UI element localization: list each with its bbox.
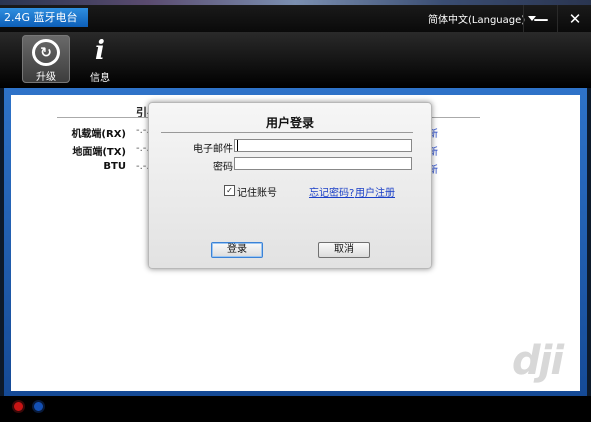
row-label-btu: BTU <box>103 161 126 172</box>
password-label: 密码 <box>213 162 233 173</box>
toolbar-upgrade[interactable]: ↻ 升级 <box>22 35 70 83</box>
close-button[interactable]: ✕ <box>557 5 591 32</box>
dialog-title: 用户登录 <box>265 116 314 130</box>
remember-label: 记住账号 <box>237 188 277 199</box>
info-icon: i <box>95 36 105 66</box>
password-field[interactable] <box>234 157 412 170</box>
upgrade-globe-icon: ↻ <box>32 39 60 66</box>
toolbar-info[interactable]: i 信息 <box>76 35 124 84</box>
red-led-icon <box>14 402 23 411</box>
email-label: 电子邮件 <box>193 144 233 155</box>
status-footer <box>0 396 591 422</box>
text-cursor <box>237 140 238 151</box>
register-link[interactable]: 用户注册 <box>355 184 395 199</box>
dji-watermark-logo: dji <box>512 338 564 384</box>
login-dialog: 用户登录 电子邮件 密码 ✓ 记住账号 忘记密码? 用户注册 登录 取消 <box>148 102 432 269</box>
dialog-divider <box>161 132 413 133</box>
language-selector[interactable]: 简体中文(Language) <box>428 11 537 26</box>
row-label-tx: 地面端(TX) <box>72 147 126 158</box>
remember-checkbox[interactable]: ✓ <box>224 185 235 196</box>
toolbar: ↻ 升级 i 信息 <box>0 32 591 88</box>
cancel-button[interactable]: 取消 <box>318 242 370 258</box>
login-button[interactable]: 登录 <box>211 242 263 258</box>
minimize-button[interactable]: — <box>523 5 558 32</box>
email-field[interactable] <box>234 139 412 152</box>
toolbar-upgrade-label: 升级 <box>36 72 56 83</box>
row-label-rx: 机载端(RX) <box>71 129 126 140</box>
forgot-password-link[interactable]: 忘记密码? <box>309 184 354 199</box>
app-title-tab: 2.4G 蓝牙电台 <box>0 8 88 27</box>
blue-led-icon <box>34 402 43 411</box>
toolbar-info-label: 信息 <box>90 73 110 84</box>
language-label: 简体中文(Language) <box>428 15 526 26</box>
